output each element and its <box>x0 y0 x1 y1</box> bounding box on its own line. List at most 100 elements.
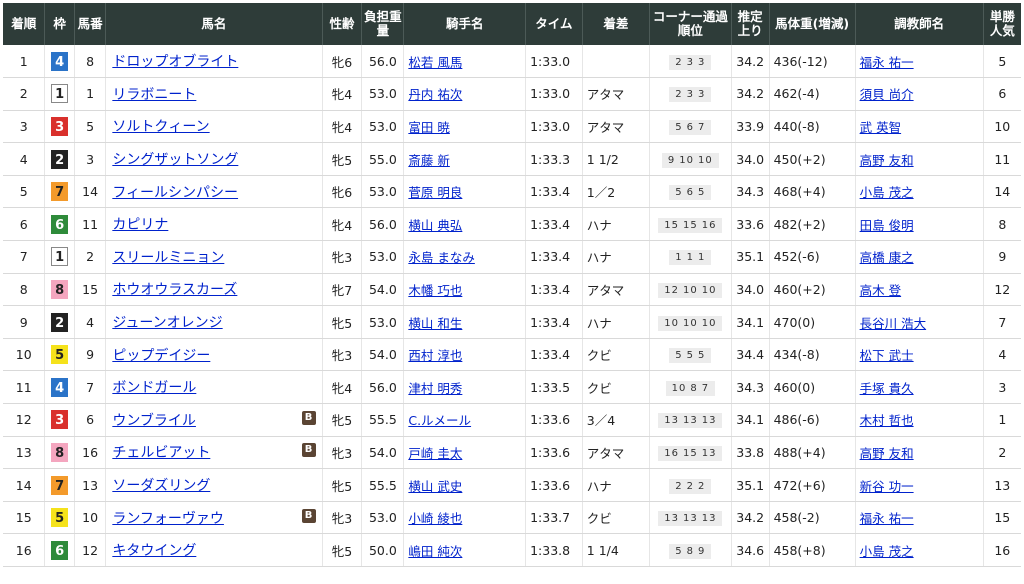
sex-age-cell: 牝6 <box>322 45 363 79</box>
last-3f-cell: 33.9 <box>731 110 770 144</box>
horse-number-cell: 10 <box>74 501 107 535</box>
jockey-link[interactable]: 津村 明秀 <box>408 381 462 396</box>
last-3f-cell: 34.2 <box>731 77 770 111</box>
trainer-link[interactable]: 小島 茂之 <box>860 544 914 559</box>
table-row: 15 5 10 B ランフォーヴァウ 牝3 53.0 小崎 綾也 1:33.7 クビ 13 13 13 3… <box>3 501 1021 535</box>
jockey-link[interactable]: 木幡 巧也 <box>408 283 462 298</box>
waku-badge: 2 <box>51 312 69 332</box>
margin-cell: ハナ <box>582 305 650 339</box>
trainer-link[interactable]: 福永 祐一 <box>860 55 914 70</box>
last-3f-cell: 34.2 <box>731 501 770 535</box>
trainer-cell: 小島 茂之 <box>855 533 984 567</box>
last-3f-cell: 34.4 <box>731 338 770 372</box>
trainer-link[interactable]: 長谷川 浩大 <box>860 316 926 331</box>
margin-cell: クビ <box>582 370 650 405</box>
horse-name-link[interactable]: ホウオウラスカーズ <box>110 282 237 298</box>
trainer-link[interactable]: 小島 茂之 <box>860 185 914 200</box>
jockey-link[interactable]: 横山 武史 <box>408 479 462 494</box>
popularity-cell: 12 <box>983 273 1021 307</box>
sex-age-cell: 牝4 <box>322 207 363 242</box>
corner-position: 3 <box>698 89 706 101</box>
jockey-link[interactable]: 富田 暁 <box>408 120 449 135</box>
header-row: 着順 枠 馬番 馬名 性齢 負担重量 騎手名 タイム 着差 コーナー通過順位 推… <box>3 3 1021 45</box>
horse-name-link[interactable]: ジューンオレンジ <box>110 315 222 331</box>
corner-position: 10 <box>682 317 698 329</box>
trainer-link[interactable]: 須貝 尚介 <box>860 87 914 102</box>
corner-position: 13 <box>682 513 698 525</box>
waku-cell: 6 <box>44 533 75 567</box>
weight-cell: 56.0 <box>361 45 405 79</box>
body-weight-cell: 468(+4) <box>769 175 856 209</box>
jockey-link[interactable]: 横山 和生 <box>408 316 462 331</box>
trainer-link[interactable]: 高木 登 <box>860 283 901 298</box>
horse-name-link[interactable]: ボンドガール <box>110 380 196 396</box>
horse-name-link[interactable]: ソルトクィーン <box>110 119 209 135</box>
rank-cell: 4 <box>3 142 46 176</box>
popularity-cell: 13 <box>983 468 1021 502</box>
header-jockey: 騎手名 <box>403 3 527 45</box>
jockey-link[interactable]: 斎藤 新 <box>408 153 449 168</box>
horse-name-link[interactable]: フィールシンパシー <box>110 185 238 201</box>
weight-cell: 55.5 <box>361 403 405 437</box>
horse-number-cell: 9 <box>74 338 107 372</box>
waku-badge: 1 <box>51 84 69 104</box>
horse-name-link[interactable]: カピリナ <box>110 217 168 233</box>
trainer-link[interactable]: 高野 友和 <box>860 446 914 461</box>
jockey-link[interactable]: 丹内 祐次 <box>408 87 462 102</box>
horse-number-cell: 4 <box>74 305 107 339</box>
popularity-cell: 7 <box>983 305 1021 339</box>
jockey-link[interactable]: 西村 淳也 <box>408 348 462 363</box>
corner-position: 10 <box>698 154 713 166</box>
rank-cell: 7 <box>3 240 46 274</box>
trainer-link[interactable]: 松下 武士 <box>860 348 914 363</box>
trainer-link[interactable]: 高橋 康之 <box>860 250 914 265</box>
horse-name-link[interactable]: ソーダズリング <box>110 478 210 494</box>
trainer-link[interactable]: 手塚 貴久 <box>860 381 914 396</box>
jockey-link[interactable]: 嶋田 純次 <box>408 544 462 559</box>
corner-position: 3 <box>686 56 695 68</box>
jockey-link[interactable]: 小崎 綾也 <box>408 511 462 526</box>
horse-name-link[interactable]: キタウイング <box>110 543 196 559</box>
jockey-link[interactable]: 菅原 明良 <box>408 185 462 200</box>
header-trainer: 調教師名 <box>855 3 984 45</box>
jockey-cell: 菅原 明良 <box>403 175 527 209</box>
body-weight-cell: 482(+2) <box>769 207 856 242</box>
corner-position: 13 <box>701 415 717 427</box>
jockey-link[interactable]: C.ルメール <box>408 413 471 428</box>
horse-name-link[interactable]: ドロップオブライト <box>110 54 238 70</box>
trainer-cell: 田島 俊明 <box>855 207 984 242</box>
rank-cell: 9 <box>3 305 46 339</box>
body-weight-cell: 486(-6) <box>769 403 856 437</box>
trainer-link[interactable]: 木村 哲也 <box>860 413 914 428</box>
horse-name-link[interactable]: リラボニート <box>110 87 196 103</box>
trainer-link[interactable]: 武 英智 <box>860 120 901 135</box>
table-row: 4 2 3 シングザットソング 牝5 55.0 斎藤 新 1:33.3 1 1/2 9 10 10 34… <box>3 142 1021 176</box>
trainer-link[interactable]: 新谷 功一 <box>860 479 914 494</box>
horse-name-cell: B ランフォーヴァウ <box>105 501 323 535</box>
horse-name-link[interactable]: スリールミニョン <box>110 250 224 266</box>
corner-position: 10 <box>671 382 687 394</box>
trainer-link[interactable]: 高野 友和 <box>860 153 914 168</box>
trainer-link[interactable]: 福永 祐一 <box>860 511 914 526</box>
sex-age-cell: 牝3 <box>322 338 363 372</box>
jockey-link[interactable]: 松若 風馬 <box>408 55 462 70</box>
time-cell: 1:33.4 <box>525 175 583 209</box>
horse-name-link[interactable]: チェルビアット <box>110 445 210 461</box>
rank-cell: 1 <box>3 45 46 79</box>
trainer-link[interactable]: 田島 俊明 <box>860 218 914 233</box>
horse-name-link[interactable]: ウンブライル <box>110 413 196 429</box>
horse-name-cell: フィールシンパシー <box>105 175 323 209</box>
jockey-link[interactable]: 横山 典弘 <box>408 218 462 233</box>
horse-name-link[interactable]: ランフォーヴァウ <box>110 511 224 527</box>
sex-age-cell: 牝4 <box>322 370 363 405</box>
corner-cell: 589 <box>649 533 732 567</box>
horse-name-link[interactable]: シングザットソング <box>110 152 238 168</box>
sex-age-cell: 牝3 <box>322 436 363 470</box>
horse-name-link[interactable]: ピップデイジー <box>110 348 210 364</box>
corner-cell: 555 <box>649 338 732 372</box>
jockey-link[interactable]: 永島 まなみ <box>408 250 474 265</box>
jockey-link[interactable]: 戸崎 圭太 <box>408 446 462 461</box>
time-cell: 1:33.4 <box>525 207 583 242</box>
horse-name-cell: スリールミニョン <box>105 240 323 274</box>
popularity-cell: 11 <box>983 142 1021 176</box>
